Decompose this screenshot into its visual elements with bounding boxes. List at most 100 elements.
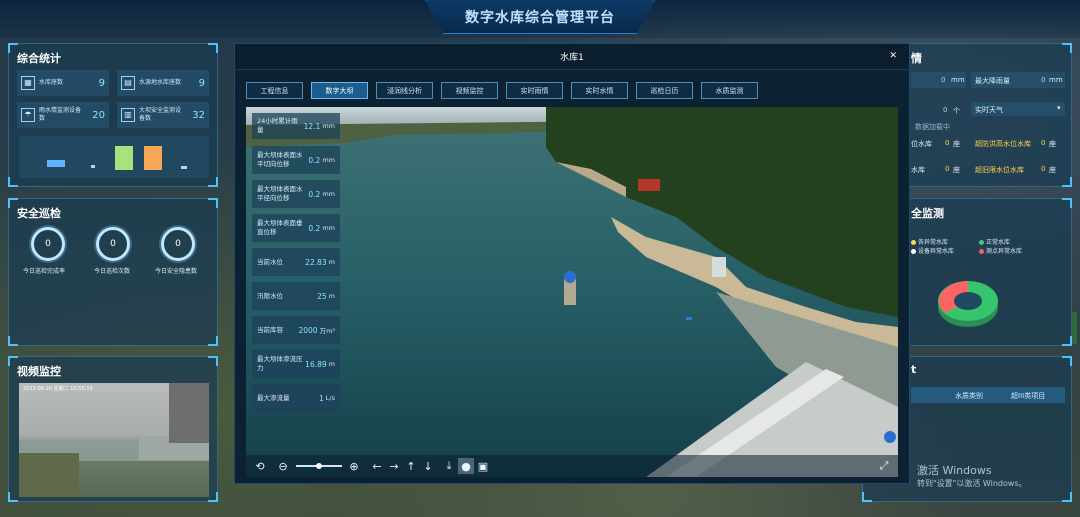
metric-seepage-pressure: 最大坝体渗流压力 16.89 m — [252, 350, 340, 378]
app-title: 数字水库综合管理平台 — [465, 9, 615, 26]
rotate-icon[interactable]: ⟲ — [252, 458, 268, 474]
metric-unit: mm — [322, 224, 335, 232]
metric-seepage-flow: 最大渗流量 1 L/s — [252, 384, 340, 412]
stat-card[interactable]: ▦ 水库座数 9 — [17, 70, 109, 96]
screenshot-icon[interactable]: ▣ — [475, 458, 491, 474]
stat-card[interactable]: ☂ 雨水情监测设备数 20 — [17, 102, 109, 128]
station-value: 0 — [943, 106, 948, 114]
reservoir-modal: 水库1 ✕ 工程信息 数字大坝 浸润线分析 视频监控 实时雨情 实时水情 巡检日… — [234, 43, 910, 484]
stat-card[interactable]: ▥ 大坝安全监测设备数 32 — [117, 102, 209, 128]
metric-label: 汛限水位 — [257, 291, 283, 300]
metric-vertical-disp: 最大坝体表面垂直位移 0.2 mm — [252, 214, 340, 242]
zoom-out-icon[interactable]: ⊖ — [275, 458, 291, 474]
legend-item: 正常水库 — [979, 237, 1010, 246]
tab-rain[interactable]: 实时雨情 — [506, 82, 563, 99]
activation-watermark-title: 激活 Windows — [917, 464, 992, 477]
metric-value: 0.2 — [308, 223, 321, 233]
max-rain-unit: mm — [1049, 76, 1063, 84]
metric-tangential-disp: 最大坝体表面水平切向位移 0.2 mm — [252, 146, 340, 174]
count-ring: 0 — [96, 227, 130, 261]
modal-title: 水库1 — [560, 53, 584, 63]
metric-label: 最大坝体表面垂直位移 — [257, 219, 303, 236]
chart-bar — [181, 166, 187, 169]
stat-label: 水源地水库座数 — [139, 79, 182, 86]
chevron-down-icon[interactable]: ▾ — [1057, 104, 1061, 112]
arrow-right-icon[interactable]: → — [386, 458, 402, 474]
metric-value: 12.1 — [303, 121, 321, 131]
stats-panel: 综合统计 ▦ 水库座数 9 ▤ 水源地水库座数 9 ☂ 雨水情监测设备数 20 … — [8, 43, 218, 187]
arrow-up-icon[interactable]: ↑ — [403, 458, 419, 474]
metric-current-level: 当前水位 22.83 m — [252, 248, 340, 276]
boat — [686, 317, 692, 320]
arrow-down-icon[interactable]: ↓ — [420, 458, 436, 474]
legend-dot — [979, 249, 984, 254]
metric-value: 2000 — [298, 325, 318, 335]
metric-unit: m — [328, 292, 335, 300]
location-pin-icon[interactable] — [564, 271, 576, 283]
zoom-slider-knob[interactable] — [316, 463, 322, 469]
zoom-in-icon[interactable]: ⊕ — [346, 458, 362, 474]
house — [638, 179, 660, 191]
metric-flood-limit: 汛限水位 25 m — [252, 282, 340, 310]
tab-video[interactable]: 视频监控 — [441, 82, 498, 99]
tab-seepage-line[interactable]: 浸润线分析 — [376, 82, 433, 99]
max-rain-label: 最大降雨量 — [975, 77, 1010, 85]
avg-rain-value: 0 — [941, 76, 946, 84]
col-quality-class: 水质类别 — [955, 392, 983, 400]
metric-label: 最大渗流量 — [257, 393, 290, 402]
location-pin-icon[interactable]: ● — [458, 458, 474, 474]
metric-unit: mm — [322, 156, 335, 164]
download-icon[interactable]: ⤓ — [441, 458, 457, 474]
ring-label: 今日巡检次数 — [94, 268, 131, 275]
close-icon[interactable]: ✕ — [889, 51, 897, 61]
metric-label: 最大坝体渗流压力 — [257, 355, 303, 372]
avg-rain-unit: mm — [951, 76, 965, 84]
fullscreen-icon[interactable]: ⤢ — [876, 458, 892, 474]
chart-bar — [144, 146, 162, 170]
arrow-left-icon[interactable]: ← — [369, 458, 385, 474]
tab-inspection[interactable]: 巡检日历 — [636, 82, 693, 99]
stat-value: 20 — [92, 109, 105, 121]
metric-unit: mm — [322, 190, 335, 198]
stat-card[interactable]: ▤ 水源地水库座数 9 — [117, 70, 209, 96]
zoom-slider[interactable] — [296, 463, 342, 469]
metric-value: 1 — [319, 393, 324, 403]
metric-radial-disp: 最大坝体表面水平径向位移 0.2 mm — [252, 180, 340, 208]
tab-quality[interactable]: 水质监测 — [701, 82, 758, 99]
safety-panel: 安全巡检 0 今日巡检完成率 0 今日巡检次数 0 今日安全隐患数 — [8, 198, 218, 346]
metric-unit: L/s — [325, 394, 335, 402]
reservoir2-value: 0 — [945, 165, 950, 173]
weather-loading: 数据加载中 — [915, 123, 950, 131]
activation-watermark-text: 转到"设置"以激活 Windows。 — [917, 479, 1027, 488]
max-rain-value: 0 — [1041, 76, 1046, 84]
modal-header: 水库1 ✕ — [235, 44, 909, 70]
reservoir2-label: 水库 — [911, 166, 925, 174]
dam-3d-viewer[interactable]: 24小时累计雨量 12.1 mm 最大坝体表面水平切向位移 0.2 mm 最大坝体表面水… — [246, 107, 898, 477]
video-building — [169, 383, 209, 443]
metric-unit: m — [328, 258, 335, 266]
video-timestamp: 2023-06-20 星期二 10:55:19 — [23, 386, 93, 392]
location-pin-icon[interactable] — [884, 431, 896, 443]
stat-value: 32 — [192, 109, 205, 121]
dam-icon: ▥ — [121, 108, 135, 122]
side-indicator[interactable] — [1072, 312, 1077, 344]
mini-bar-chart — [19, 136, 209, 178]
metric-label: 当前库容 — [257, 325, 283, 334]
stat-label: 雨水情监测设备数 — [39, 107, 82, 122]
legend-item: 测点异常水库 — [979, 246, 1022, 255]
ring-label: 今日安全隐患数 — [155, 268, 198, 275]
tab-water[interactable]: 实时水情 — [571, 82, 628, 99]
tab-digital-dam[interactable]: 数字大坝 — [311, 82, 368, 99]
tab-engineering[interactable]: 工程信息 — [246, 82, 303, 99]
metric-value: 16.89 — [305, 359, 327, 369]
metric-label: 当前水位 — [257, 257, 283, 266]
video-bank — [19, 453, 79, 497]
video-feed[interactable]: 2023-06-20 星期二 10:55:19 — [19, 383, 209, 497]
over-flood-unit: 座 — [1049, 140, 1056, 148]
legend-dot — [911, 240, 916, 245]
chart-bar — [115, 146, 133, 170]
legend-label: 正常水库 — [986, 239, 1011, 246]
over-limit-value: 0 — [1041, 165, 1046, 173]
modal-tabs: 工程信息 数字大坝 浸润线分析 视频监控 实时雨情 实时水情 巡检日历 水质监测 — [246, 82, 766, 99]
metric-label: 最大坝体表面水平径向位移 — [257, 185, 303, 202]
